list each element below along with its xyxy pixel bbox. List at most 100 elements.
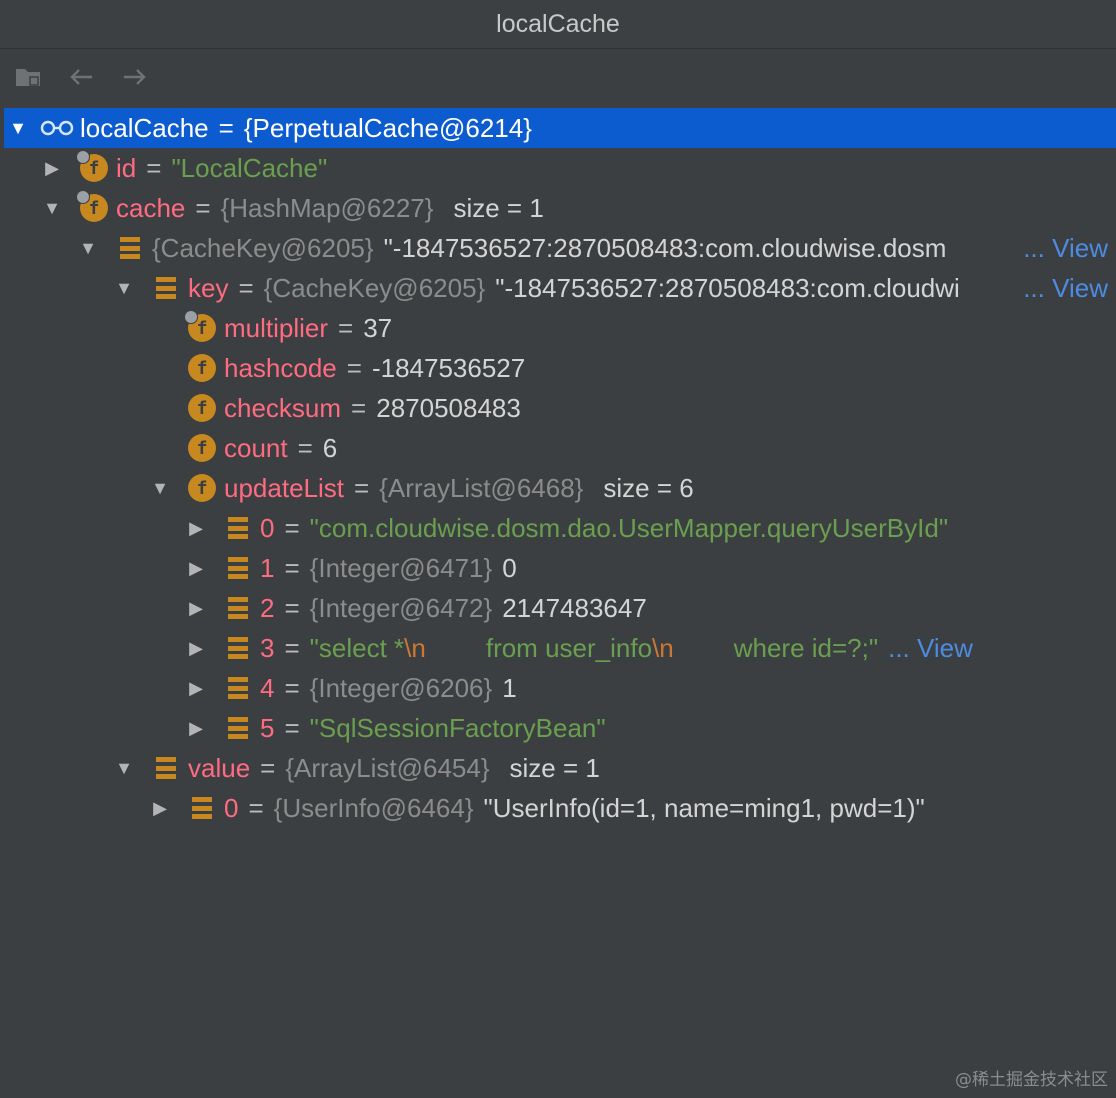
- field-icon: f: [188, 394, 216, 422]
- list-icon: [156, 757, 176, 779]
- root-eq: =: [218, 112, 234, 143]
- root-value: {PerpetualCache@6214}: [243, 112, 532, 143]
- item-index: 3: [260, 632, 275, 663]
- item-index: 0: [260, 512, 275, 543]
- ellipsis: ...: [1023, 232, 1045, 263]
- tree-row-id[interactable]: ▶ f id = "LocalCache": [4, 148, 1116, 188]
- folder-icon[interactable]: [14, 63, 46, 91]
- variables-tree: ▼ localCache = {PerpetualCache@6214} ▶ f…: [4, 107, 1116, 1098]
- expand-arrow-icon[interactable]: ▶: [186, 558, 206, 578]
- tree-row-key[interactable]: ▼ key = {CacheKey@6205} "-1847536527:287…: [4, 268, 1116, 308]
- watch-glasses-icon: [40, 120, 74, 136]
- field-icon: f: [76, 150, 108, 182]
- tree-row-entry[interactable]: ▼ {CacheKey@6205} "-1847536527:287050848…: [4, 228, 1116, 268]
- collapse-arrow-icon[interactable]: ▼: [8, 118, 28, 138]
- expand-arrow-icon[interactable]: ▶: [186, 518, 206, 538]
- item-index: 4: [260, 672, 275, 703]
- equals-sign: =: [284, 512, 300, 543]
- object-ref: {Integer@6206}: [309, 672, 493, 703]
- tree-row-value-0[interactable]: ▶ 0 = {UserInfo@6464} "UserInfo(id=1, na…: [4, 788, 1116, 828]
- equals-sign: =: [338, 312, 354, 343]
- tree-row-item-2[interactable]: ▶ 2 = {Integer@6472} 2147483647: [4, 588, 1116, 628]
- collapse-arrow-icon[interactable]: ▼: [150, 478, 170, 498]
- item-value: 0: [502, 552, 517, 583]
- tree-row-cache[interactable]: ▼ f cache = {HashMap@6227} size = 1: [4, 188, 1116, 228]
- tree-row-item-4[interactable]: ▶ 4 = {Integer@6206} 1: [4, 668, 1116, 708]
- window-title: localCache: [496, 9, 620, 38]
- expand-arrow-icon[interactable]: ▶: [150, 798, 170, 818]
- view-link[interactable]: ... View: [888, 633, 973, 664]
- object-ref: {Integer@6471}: [309, 552, 493, 583]
- tree-row-value[interactable]: ▼ value = {ArrayList@6454} size = 1: [4, 748, 1116, 788]
- expand-arrow-icon[interactable]: ▶: [42, 158, 62, 178]
- item-index: 1: [260, 552, 275, 583]
- tree-row-item-3[interactable]: ▶ 3 = "select * \n from user_info \n whe…: [4, 628, 1116, 668]
- view-label: View: [917, 632, 973, 663]
- equals-sign: =: [238, 272, 254, 303]
- tree-row-updatelist[interactable]: ▼ f updateList = {ArrayList@6468} size =…: [4, 468, 1116, 508]
- sql-part-3: where id=?;": [733, 632, 879, 663]
- equals-sign: =: [146, 152, 162, 183]
- escape-newline: \n: [404, 632, 426, 663]
- sql-part-1: "select *: [309, 632, 405, 663]
- field-value: 37: [363, 312, 393, 343]
- equals-sign: =: [346, 352, 362, 383]
- list-icon: [228, 517, 248, 539]
- object-ref: {ArrayList@6454}: [285, 752, 490, 783]
- escape-newline: \n: [652, 632, 674, 663]
- list-icon: [228, 717, 248, 739]
- field-icon: f: [188, 354, 216, 382]
- collapse-arrow-icon[interactable]: ▼: [78, 238, 98, 258]
- key-value: "-1847536527:2870508483:com.cloudwi: [495, 272, 960, 303]
- root-name: localCache: [80, 112, 209, 143]
- list-icon: [228, 677, 248, 699]
- field-icon: f: [188, 434, 216, 462]
- tree-row-multiplier[interactable]: f multiplier = 37: [4, 308, 1116, 348]
- equals-sign: =: [353, 472, 370, 503]
- field-name: updateList: [224, 472, 344, 503]
- field-icon: f: [188, 474, 216, 502]
- equals-sign: =: [284, 672, 300, 703]
- tree-row-count[interactable]: f count = 6: [4, 428, 1116, 468]
- item-value: "com.cloudwise.dosm.dao.UserMapper.query…: [309, 512, 949, 543]
- list-icon: [192, 797, 212, 819]
- equals-sign: =: [284, 712, 300, 743]
- expand-arrow-icon[interactable]: ▶: [186, 678, 206, 698]
- equals-sign: =: [284, 632, 300, 663]
- field-name: value: [188, 752, 251, 783]
- object-ref: {ArrayList@6468}: [379, 472, 584, 503]
- view-label: View: [1052, 272, 1108, 303]
- equals-sign: =: [195, 192, 211, 223]
- item-value: "UserInfo(id=1, name=ming1, pwd=1)": [483, 792, 925, 823]
- item-index: 2: [260, 592, 275, 623]
- collapse-arrow-icon[interactable]: ▼: [114, 758, 134, 778]
- tree-row-checksum[interactable]: f checksum = 2870508483: [4, 388, 1116, 428]
- collapse-arrow-icon[interactable]: ▼: [42, 198, 62, 218]
- list-icon: [228, 557, 248, 579]
- equals-sign: =: [260, 752, 276, 783]
- tree-row-hashcode[interactable]: f hashcode = -1847536527: [4, 348, 1116, 388]
- expand-arrow-icon[interactable]: ▶: [186, 638, 206, 658]
- back-arrow-icon[interactable]: [66, 63, 98, 91]
- expand-arrow-icon[interactable]: ▶: [186, 598, 206, 618]
- field-name: count: [224, 432, 288, 463]
- tree-row-root[interactable]: ▼ localCache = {PerpetualCache@6214}: [4, 108, 1116, 148]
- entry-value: "-1847536527:2870508483:com.cloudwise.do…: [383, 232, 947, 263]
- view-link[interactable]: ... View: [1023, 233, 1108, 264]
- field-name: checksum: [224, 392, 342, 423]
- tree-row-item-1[interactable]: ▶ 1 = {Integer@6471} 0: [4, 548, 1116, 588]
- expand-arrow-icon[interactable]: ▶: [186, 718, 206, 738]
- size-label: size = 1: [509, 752, 600, 783]
- field-name: id: [116, 152, 137, 183]
- equals-sign: =: [297, 432, 313, 463]
- equals-sign: =: [284, 552, 300, 583]
- object-ref: {Integer@6472}: [309, 592, 493, 623]
- list-icon: [156, 277, 176, 299]
- collapse-arrow-icon[interactable]: ▼: [114, 278, 134, 298]
- view-link[interactable]: ... View: [1023, 273, 1108, 304]
- list-icon: [120, 237, 140, 259]
- tree-row-item-5[interactable]: ▶ 5 = "SqlSessionFactoryBean": [4, 708, 1116, 748]
- watermark: @稀土掘金技术社区: [955, 1070, 1108, 1090]
- forward-arrow-icon[interactable]: [118, 63, 150, 91]
- tree-row-item-0[interactable]: ▶ 0 = "com.cloudwise.dosm.dao.UserMapper…: [4, 508, 1116, 548]
